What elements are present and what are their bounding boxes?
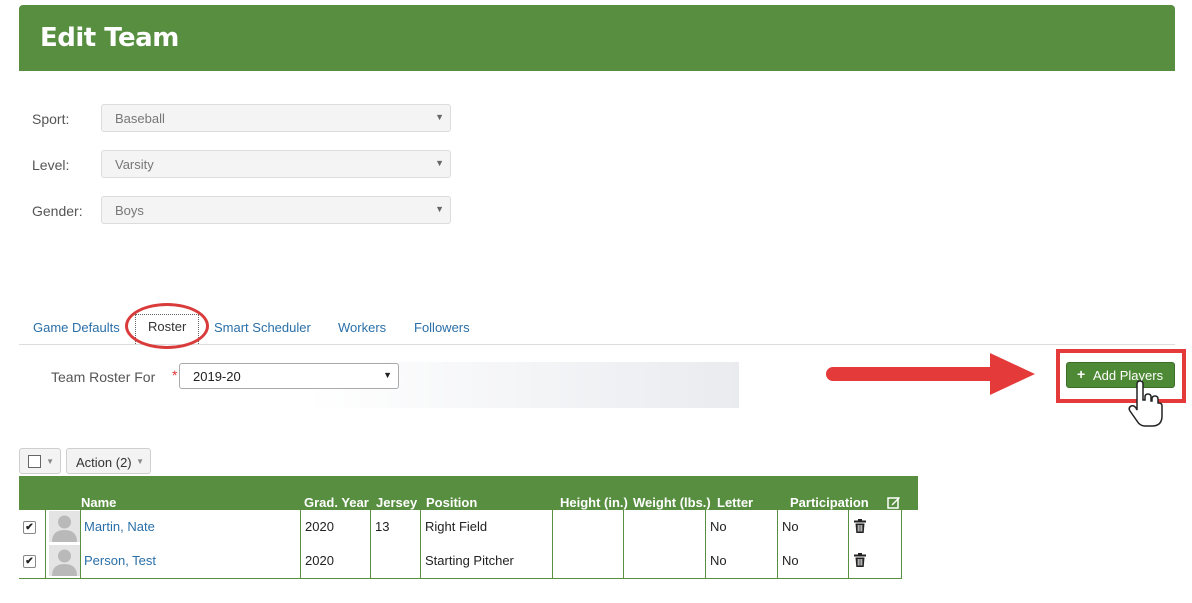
col-position[interactable]: Position — [426, 495, 477, 510]
annotation-circle — [125, 303, 209, 349]
trash-icon[interactable] — [854, 553, 866, 567]
sport-select[interactable]: Baseball ▼ — [101, 104, 451, 132]
participation-value: No — [782, 553, 799, 568]
tab-game-defaults[interactable]: Game Defaults — [33, 320, 120, 335]
avatar-cell — [45, 510, 81, 544]
tab-followers[interactable]: Followers — [414, 320, 470, 335]
col-jersey[interactable]: Jersey — [376, 495, 417, 510]
chevron-down-icon: ▼ — [383, 370, 392, 380]
season-select[interactable]: 2019-20 ▼ — [179, 363, 399, 389]
delete-cell — [848, 510, 902, 544]
gender-label: Gender: — [32, 203, 83, 219]
annotation-arrow — [826, 353, 1035, 395]
page-title: Edit Team — [40, 23, 179, 53]
jersey-value: 13 — [375, 519, 390, 534]
trash-icon[interactable] — [854, 519, 866, 533]
player-name-link[interactable]: Person, Test — [84, 553, 156, 568]
sport-label: Sport: — [32, 111, 70, 127]
level-label: Level: — [32, 157, 70, 173]
letter-value: No — [710, 553, 727, 568]
plus-icon: + — [1077, 366, 1086, 382]
position-value: Starting Pitcher — [425, 553, 514, 568]
edit-icon[interactable] — [887, 495, 901, 509]
row-checkbox[interactable]: ✔ — [23, 521, 36, 534]
player-name-link[interactable]: Martin, Nate — [84, 519, 155, 534]
weight-cell — [623, 544, 706, 578]
table-row[interactable]: ✔ Martin, Nate 2020 13 Right Field No No — [19, 510, 902, 545]
participation-value: No — [782, 519, 799, 534]
chevron-down-icon: ▼ — [46, 457, 54, 466]
jersey-cell — [370, 544, 421, 578]
grad-year-cell: 2020 — [300, 544, 371, 578]
height-cell — [552, 510, 624, 544]
grad-year-value: 2020 — [305, 553, 334, 568]
participation-cell: No — [777, 544, 849, 578]
jersey-cell: 13 — [370, 510, 421, 544]
user-avatar-icon — [49, 545, 80, 576]
table-header: Name Grad. Year Jersey Position Height (… — [19, 476, 918, 510]
level-select[interactable]: Varsity ▼ — [101, 150, 451, 178]
chevron-down-icon: ▼ — [136, 457, 144, 466]
height-cell — [552, 544, 624, 578]
required-mark: * — [172, 367, 178, 383]
position-cell: Right Field — [420, 510, 553, 544]
weight-cell — [623, 510, 706, 544]
table-row[interactable]: ✔ Person, Test 2020 Starting Pitcher No … — [19, 544, 902, 579]
select-all-checkbox[interactable] — [28, 455, 41, 468]
select-all-dropdown[interactable]: ▼ — [19, 448, 61, 474]
name-cell: Person, Test — [80, 544, 301, 578]
action-label: Action (2) — [76, 455, 132, 470]
season-value: 2019-20 — [193, 369, 241, 384]
col-weight[interactable]: Weight (lbs.) — [633, 495, 711, 510]
letter-cell: No — [705, 544, 778, 578]
delete-cell — [848, 544, 902, 578]
gender-value: Boys — [115, 203, 144, 218]
row-checkbox[interactable]: ✔ — [23, 555, 36, 568]
chevron-down-icon: ▼ — [435, 158, 444, 168]
level-value: Varsity — [115, 157, 154, 172]
roster-label: Team Roster For — [51, 369, 156, 385]
avatar-cell — [45, 544, 81, 578]
hand-cursor-icon — [1128, 380, 1163, 427]
col-grad-year[interactable]: Grad. Year — [304, 495, 369, 510]
grad-year-cell: 2020 — [300, 510, 371, 544]
gender-select[interactable]: Boys ▼ — [101, 196, 451, 224]
col-height[interactable]: Height (in.) — [560, 495, 628, 510]
col-name[interactable]: Name — [81, 495, 116, 510]
chevron-down-icon: ▼ — [435, 204, 444, 214]
roster-season-bar: Team Roster For * 2019-20 ▼ — [19, 362, 739, 408]
position-value: Right Field — [425, 519, 488, 534]
sport-value: Baseball — [115, 111, 165, 126]
position-cell: Starting Pitcher — [420, 544, 553, 578]
name-cell: Martin, Nate — [80, 510, 301, 544]
participation-cell: No — [777, 510, 849, 544]
page-header: Edit Team — [19, 5, 1175, 71]
letter-value: No — [710, 519, 727, 534]
tab-workers[interactable]: Workers — [338, 320, 386, 335]
user-avatar-icon — [49, 511, 80, 542]
letter-cell: No — [705, 510, 778, 544]
chevron-down-icon: ▼ — [435, 112, 444, 122]
col-participation[interactable]: Participation — [790, 495, 869, 510]
grad-year-value: 2020 — [305, 519, 334, 534]
tab-smart-scheduler[interactable]: Smart Scheduler — [214, 320, 311, 335]
action-dropdown[interactable]: Action (2) ▼ — [66, 448, 151, 474]
col-letter[interactable]: Letter — [717, 495, 753, 510]
